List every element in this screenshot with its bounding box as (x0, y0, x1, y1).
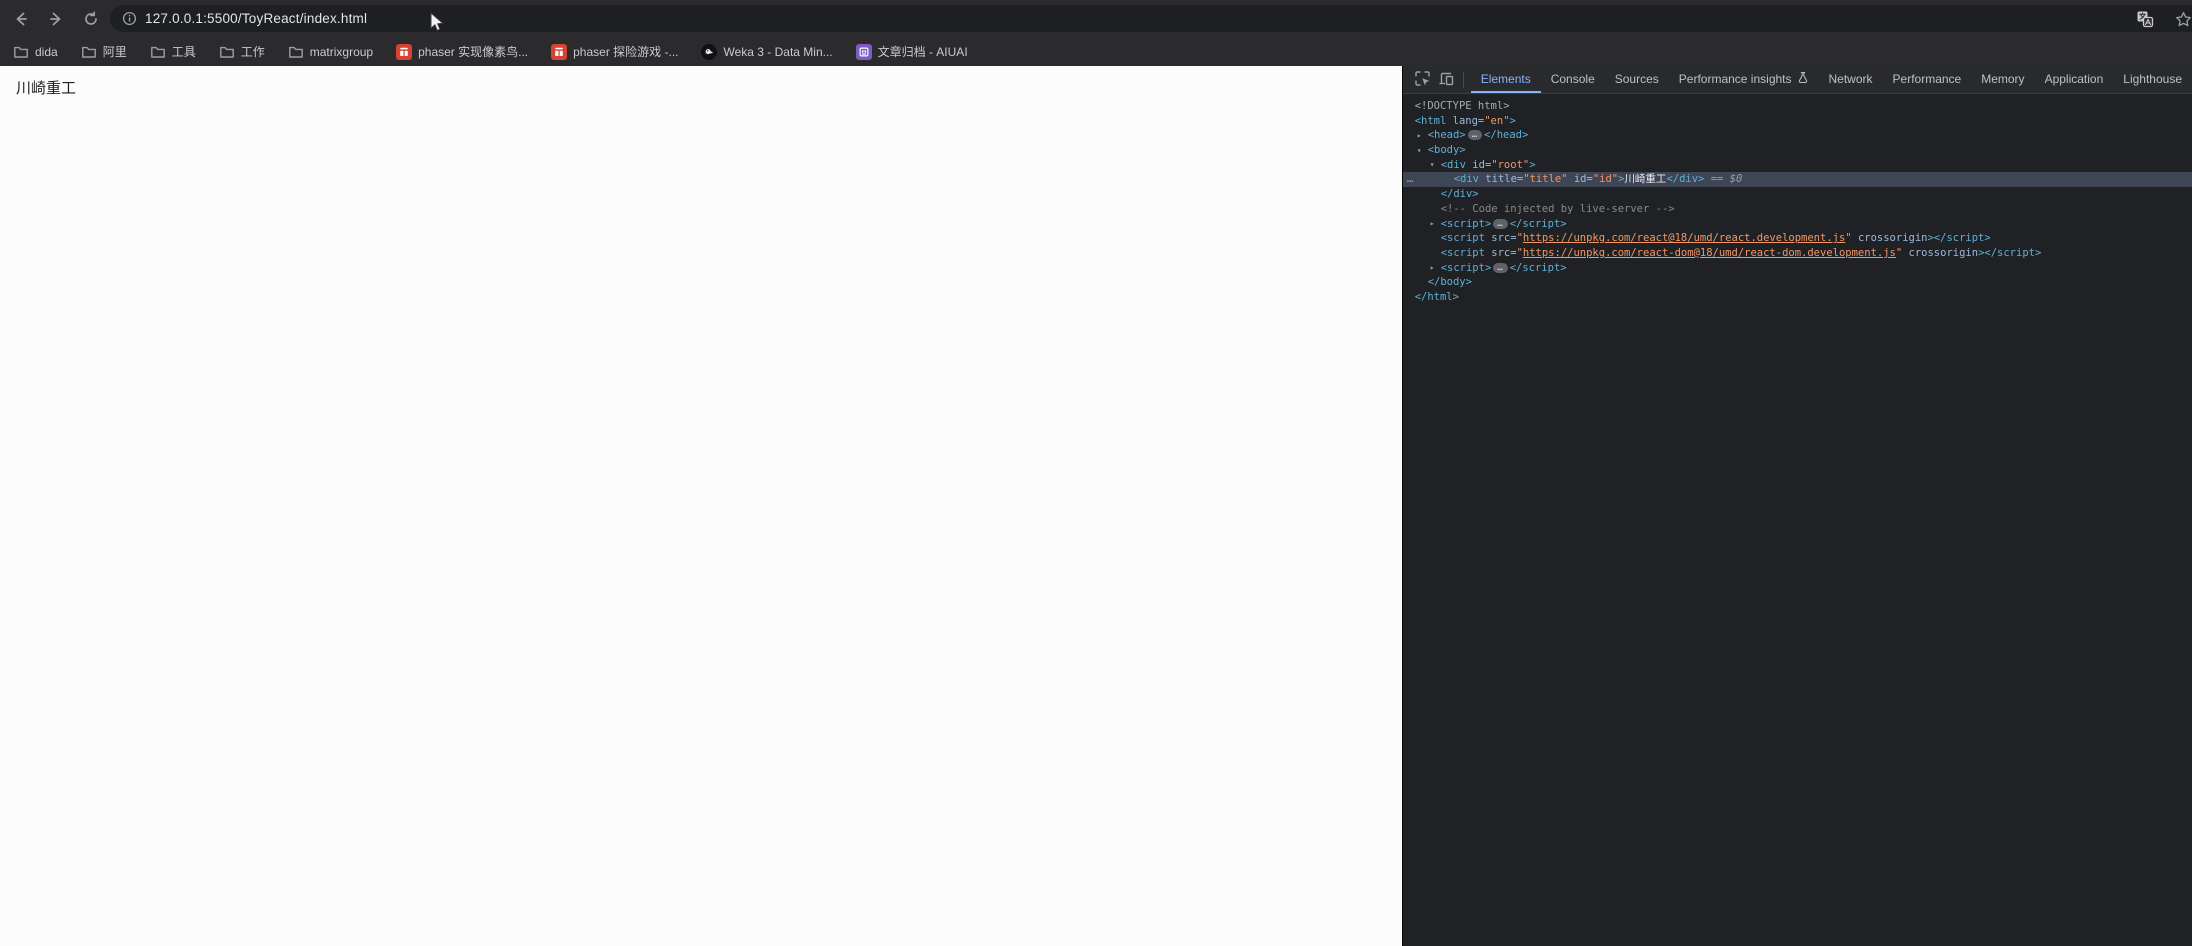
weka-icon (701, 43, 718, 60)
expand-arrow-icon[interactable]: ▸ (1417, 129, 1428, 144)
folder-icon (81, 44, 97, 60)
code-line[interactable]: </body> (1403, 275, 2192, 290)
tab-performance-insights[interactable]: Performance insights (1669, 66, 1819, 93)
expand-arrow-icon[interactable]: ▸ (1430, 217, 1441, 232)
tab-elements[interactable]: Elements (1470, 66, 1541, 93)
bookmarks-bar: dida 阿里 工具 工作 matrixgroup phaser 实现像素鸟..… (0, 37, 2192, 66)
folder-icon (288, 44, 304, 60)
bookmark-item[interactable]: phaser 实现像素鸟... (396, 43, 528, 60)
tab-network[interactable]: Network (1819, 66, 1883, 93)
elements-tree: <!DOCTYPE html> <html lang="en"> ▸ <head>… <… (1402, 94, 2192, 946)
devtools-panel: Elements Console Sources Performance insigh… (1401, 66, 2192, 946)
bookmark-item[interactable]: Weka 3 - Data Min... (701, 43, 833, 60)
expand-arrow-icon[interactable]: ▾ (1430, 158, 1441, 173)
tab-console[interactable]: Console (1541, 66, 1605, 93)
folder-icon (150, 44, 166, 60)
code-line[interactable]: <!DOCTYPE html> (1403, 99, 2192, 114)
bookmark-label: 工作 (240, 45, 265, 59)
code-line[interactable]: ▾ <div id="root"> (1403, 158, 2192, 173)
bookmark-label: dida (35, 44, 58, 59)
forward-button[interactable] (42, 5, 70, 33)
browser-window: 127.0.0.1:5500/ToyReact/index.html dida (0, 0, 2192, 946)
expand-arrow-icon[interactable]: ▾ (1417, 144, 1428, 159)
bookmark-label: 工具 (171, 45, 196, 59)
bookmark-item[interactable]: matrixgroup (288, 44, 373, 60)
aiuai-icon (855, 43, 872, 60)
code-line[interactable]: <script src="https://unpkg.com/react@18/… (1403, 231, 2192, 246)
forward-arrow-icon (48, 11, 64, 27)
code-line[interactable]: <html lang="en"> (1403, 114, 2192, 129)
tab-application[interactable]: Application (2035, 66, 2114, 93)
jianshu-icon (551, 43, 568, 60)
jianshu-icon (396, 43, 413, 60)
tab-sources[interactable]: Sources (1605, 66, 1669, 93)
bookmark-item[interactable]: dida (13, 44, 58, 60)
folder-icon (219, 44, 235, 60)
code-line-selected[interactable]: … <div title="title" id="id">川崎重工</div> =… (1402, 172, 2192, 188)
collapsed-content-ellipsis[interactable]: … (1467, 130, 1483, 141)
bookmark-label: 阿里 (102, 45, 127, 59)
tab-lighthouse[interactable]: Lighthouse (2113, 66, 2192, 93)
bookmark-item[interactable]: phaser 探险游戏 -... (551, 43, 678, 60)
code-line[interactable]: </html> (1403, 290, 2192, 305)
toolbar-divider (1462, 71, 1464, 88)
line-actions-ellipsis[interactable]: … (1407, 172, 1414, 187)
browser-toolbar: 127.0.0.1:5500/ToyReact/index.html (0, 0, 2192, 37)
device-toolbar-icon (1438, 70, 1455, 90)
code-line[interactable]: ▸ <head>… </head> (1403, 128, 2192, 143)
content-area: 川崎重工 Elements Console Sources Performanc… (0, 66, 2192, 946)
devtools-tab-bar: Elements Console Sources Performance insigh… (1402, 66, 2192, 94)
bookmark-label: 文章归档 - AIUAI (877, 45, 968, 59)
bookmark-item[interactable]: 阿里 (81, 43, 127, 60)
collapsed-content-ellipsis[interactable]: … (1493, 218, 1508, 229)
tab-performance[interactable]: Performance (1883, 66, 1972, 93)
expand-arrow-icon[interactable]: ▸ (1430, 261, 1441, 276)
back-button[interactable] (7, 5, 35, 33)
devtools-tabs: Elements Console Sources Performance insigh… (1470, 66, 2192, 93)
bookmark-label: matrixgroup (309, 44, 374, 59)
tab-memory[interactable]: Memory (1971, 66, 2034, 93)
translate-icon[interactable] (2134, 8, 2156, 30)
url-text: 127.0.0.1:5500/ToyReact/index.html (145, 11, 368, 26)
bookmark-item[interactable]: 工作 (219, 43, 265, 60)
bookmark-star-icon[interactable] (2172, 8, 2192, 30)
code-line[interactable]: ▸ <script>… </script> (1403, 217, 2192, 232)
bookmark-label: Weka 3 - Data Min... (723, 44, 833, 59)
code-line[interactable]: <!-- Code injected by live-server --> (1403, 202, 2192, 217)
reload-button[interactable] (77, 5, 105, 33)
code-line[interactable]: ▾ <body> (1403, 143, 2192, 158)
code-line[interactable]: <script src="https://unpkg.com/react-dom… (1403, 246, 2192, 261)
folder-icon (13, 44, 29, 60)
inspect-element-button[interactable] (1411, 67, 1435, 93)
bookmark-label: phaser 探险游戏 -... (573, 45, 679, 59)
collapsed-content-ellipsis[interactable]: … (1493, 262, 1508, 273)
bookmark-item[interactable]: 文章归档 - AIUAI (855, 43, 968, 60)
site-info-icon[interactable] (120, 10, 138, 28)
inspect-cursor-icon (1414, 70, 1431, 90)
page-root-text: 川崎重工 (16, 80, 77, 97)
back-arrow-icon (13, 11, 29, 27)
page-viewport: 川崎重工 (0, 66, 1402, 946)
reload-icon (83, 10, 99, 27)
url-bar[interactable]: 127.0.0.1:5500/ToyReact/index.html (110, 5, 2192, 32)
flask-icon (1797, 71, 1809, 87)
bookmark-label: phaser 实现像素鸟... (418, 45, 529, 59)
device-toolbar-button[interactable] (1435, 67, 1459, 93)
code-line[interactable]: ▸ <script>… </script> (1403, 261, 2192, 276)
bookmark-item[interactable]: 工具 (150, 43, 196, 60)
code-line[interactable]: </div> (1403, 187, 2192, 202)
